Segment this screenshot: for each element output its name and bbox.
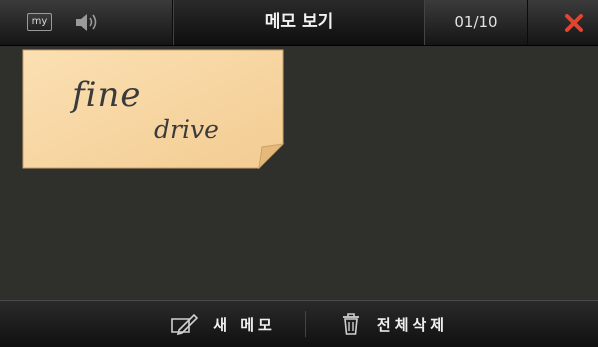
volume-icon[interactable]	[74, 11, 100, 33]
counter-section: 01/10	[426, 0, 526, 45]
trash-icon	[342, 313, 359, 335]
close-section	[527, 0, 598, 45]
close-icon[interactable]	[564, 13, 584, 33]
new-memo-label: 새 메모	[213, 315, 276, 334]
memo-handwriting-line2: drive	[154, 115, 219, 144]
new-memo-button[interactable]: 새 메모	[140, 301, 305, 347]
memo-paper	[22, 49, 284, 169]
top-bar: my 메모 보기 01/10	[0, 0, 598, 46]
memo-list-area: fine drive	[0, 46, 598, 300]
memo-handwriting-line1: fine	[72, 75, 142, 115]
memo-counter: 01/10	[454, 13, 498, 31]
delete-all-button[interactable]: 전체삭제	[306, 301, 481, 347]
bottom-bar: 새 메모 전체삭제	[0, 300, 598, 347]
delete-all-label: 전체삭제	[376, 315, 449, 334]
title-section: 메모 보기	[173, 0, 425, 45]
pen-note-icon	[171, 313, 199, 336]
memo-thumbnail[interactable]: fine drive	[22, 49, 284, 169]
top-left-section: my	[0, 0, 173, 45]
my-icon[interactable]: my	[27, 13, 52, 31]
page-title: 메모 보기	[264, 12, 334, 32]
